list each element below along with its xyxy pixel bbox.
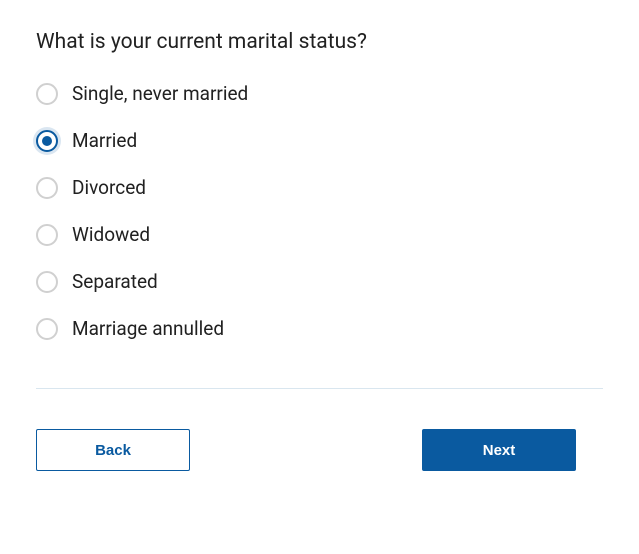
radio-label: Separated (72, 270, 158, 293)
radio-option-married[interactable]: Married (36, 129, 603, 152)
radio-group: Single, never married Married Divorced W… (36, 82, 603, 340)
radio-button[interactable] (36, 224, 58, 246)
radio-option-annulled[interactable]: Marriage annulled (36, 317, 603, 340)
radio-label: Marriage annulled (72, 317, 224, 340)
radio-button[interactable] (36, 318, 58, 340)
next-button[interactable]: Next (422, 429, 576, 471)
radio-label: Divorced (72, 176, 146, 199)
back-button[interactable]: Back (36, 429, 190, 471)
radio-option-separated[interactable]: Separated (36, 270, 603, 293)
radio-option-widowed[interactable]: Widowed (36, 223, 603, 246)
radio-label: Widowed (72, 223, 150, 246)
question-title: What is your current marital status? (36, 30, 603, 54)
radio-option-single[interactable]: Single, never married (36, 82, 603, 105)
radio-button[interactable] (36, 177, 58, 199)
radio-label: Married (72, 129, 137, 152)
radio-button[interactable] (36, 130, 58, 152)
radio-label: Single, never married (72, 82, 248, 105)
divider (36, 388, 603, 389)
radio-button[interactable] (36, 83, 58, 105)
radio-option-divorced[interactable]: Divorced (36, 176, 603, 199)
button-row: Back Next (36, 429, 576, 471)
radio-button[interactable] (36, 271, 58, 293)
